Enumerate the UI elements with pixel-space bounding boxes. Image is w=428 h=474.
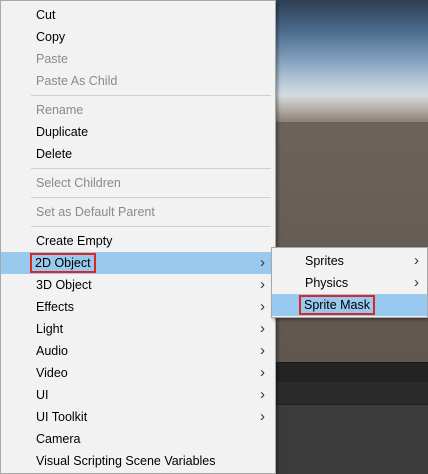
- menu-item-label: Sprites: [305, 254, 344, 268]
- menu-item-physics[interactable]: Physics ›: [272, 272, 427, 294]
- chevron-right-icon: ›: [260, 386, 265, 403]
- menu-item-set-as-default-parent: Set as Default Parent: [1, 201, 275, 223]
- menu-item-create-empty[interactable]: Create Empty: [1, 230, 275, 252]
- menu-item-label: Set as Default Parent: [36, 205, 155, 219]
- menu-item-ui[interactable]: UI ›: [1, 384, 275, 406]
- menu-item-ui-toolkit[interactable]: UI Toolkit ›: [1, 406, 275, 428]
- menu-item-duplicate[interactable]: Duplicate: [1, 121, 275, 143]
- menu-item-label: 3D Object: [36, 278, 92, 292]
- menu-item-label: Cut: [36, 8, 56, 22]
- context-menu: Cut Copy Paste Paste As Child Rename Duplicat…: [0, 0, 276, 474]
- menu-item-sprite-mask[interactable]: Sprite Mask: [272, 294, 427, 316]
- menu-item-label: Effects: [36, 300, 74, 314]
- menu-separator: [31, 197, 271, 198]
- menu-item-copy[interactable]: Copy: [1, 26, 275, 48]
- menu-item-label: UI: [36, 388, 49, 402]
- menu-item-video[interactable]: Video ›: [1, 362, 275, 384]
- menu-item-label: Paste: [36, 52, 68, 66]
- menu-item-label: Physics: [305, 276, 349, 290]
- menu-separator: [31, 226, 271, 227]
- chevron-right-icon: ›: [414, 274, 419, 291]
- chevron-right-icon: ›: [260, 408, 265, 425]
- menu-item-label: Visual Scripting Scene Variables: [36, 454, 216, 468]
- menu-item-select-children: Select Children: [1, 172, 275, 194]
- menu-item-label: 2D Object: [30, 253, 96, 273]
- chevron-right-icon: ›: [260, 320, 265, 337]
- menu-item-label: Select Children: [36, 176, 121, 190]
- menu-item-label: Sprite Mask: [299, 295, 375, 315]
- menu-item-3d-object[interactable]: 3D Object ›: [1, 274, 275, 296]
- menu-item-delete[interactable]: Delete: [1, 143, 275, 165]
- menu-item-label: Audio: [36, 344, 68, 358]
- menu-separator: [31, 168, 271, 169]
- menu-item-label: Light: [36, 322, 64, 336]
- menu-item-visual-scripting-scene-variables[interactable]: Visual Scripting Scene Variables: [1, 450, 275, 472]
- menu-item-label: Camera: [36, 432, 81, 446]
- chevron-right-icon: ›: [260, 276, 265, 293]
- menu-item-label: Paste As Child: [36, 74, 118, 88]
- menu-item-rename: Rename: [1, 99, 275, 121]
- menu-item-label: Delete: [36, 147, 73, 161]
- menu-item-sprites[interactable]: Sprites ›: [272, 250, 427, 272]
- menu-item-paste: Paste: [1, 48, 275, 70]
- chevron-right-icon: ›: [260, 364, 265, 381]
- menu-item-label: Duplicate: [36, 125, 89, 139]
- chevron-right-icon: ›: [414, 252, 419, 269]
- menu-separator: [31, 95, 271, 96]
- menu-item-camera[interactable]: Camera: [1, 428, 275, 450]
- chevron-right-icon: ›: [260, 254, 265, 271]
- menu-item-paste-as-child: Paste As Child: [1, 70, 275, 92]
- menu-item-label: Copy: [36, 30, 66, 44]
- submenu-2d-object: Sprites › Physics › Sprite Mask: [271, 247, 428, 318]
- menu-item-2d-object[interactable]: 2D Object ›: [1, 252, 275, 274]
- menu-item-cut[interactable]: Cut: [1, 4, 275, 26]
- menu-item-label: Rename: [36, 103, 84, 117]
- menu-item-label: Create Empty: [36, 234, 113, 248]
- chevron-right-icon: ›: [260, 298, 265, 315]
- menu-item-audio[interactable]: Audio ›: [1, 340, 275, 362]
- menu-item-light[interactable]: Light ›: [1, 318, 275, 340]
- chevron-right-icon: ›: [260, 342, 265, 359]
- menu-item-effects[interactable]: Effects ›: [1, 296, 275, 318]
- menu-item-label: UI Toolkit: [36, 410, 88, 424]
- menu-item-label: Video: [36, 366, 68, 380]
